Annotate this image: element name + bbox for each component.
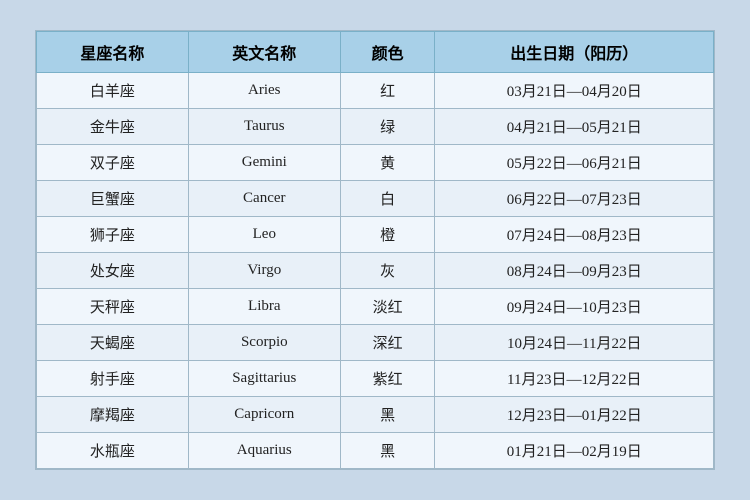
cell-english-name: Aquarius (188, 433, 340, 469)
table-row: 摩羯座Capricorn黑12月23日—01月22日 (37, 397, 714, 433)
cell-color: 深红 (340, 325, 435, 361)
cell-dates: 08月24日—09月23日 (435, 253, 714, 289)
table-body: 白羊座Aries红03月21日—04月20日金牛座Taurus绿04月21日—0… (37, 73, 714, 469)
cell-dates: 10月24日—11月22日 (435, 325, 714, 361)
cell-english-name: Cancer (188, 181, 340, 217)
cell-chinese-name: 白羊座 (37, 73, 189, 109)
table-row: 狮子座Leo橙07月24日—08月23日 (37, 217, 714, 253)
cell-english-name: Taurus (188, 109, 340, 145)
cell-english-name: Libra (188, 289, 340, 325)
cell-color: 紫红 (340, 361, 435, 397)
cell-dates: 04月21日—05月21日 (435, 109, 714, 145)
cell-dates: 07月24日—08月23日 (435, 217, 714, 253)
cell-dates: 05月22日—06月21日 (435, 145, 714, 181)
header-chinese-name: 星座名称 (37, 32, 189, 73)
cell-chinese-name: 双子座 (37, 145, 189, 181)
table-row: 天蝎座Scorpio深红10月24日—11月22日 (37, 325, 714, 361)
cell-chinese-name: 处女座 (37, 253, 189, 289)
cell-english-name: Leo (188, 217, 340, 253)
cell-chinese-name: 摩羯座 (37, 397, 189, 433)
zodiac-table: 星座名称 英文名称 颜色 出生日期（阳历） 白羊座Aries红03月21日—04… (36, 31, 714, 469)
cell-chinese-name: 天蝎座 (37, 325, 189, 361)
cell-chinese-name: 金牛座 (37, 109, 189, 145)
table-row: 天秤座Libra淡红09月24日—10月23日 (37, 289, 714, 325)
table-row: 金牛座Taurus绿04月21日—05月21日 (37, 109, 714, 145)
cell-color: 黑 (340, 397, 435, 433)
header-dates: 出生日期（阳历） (435, 32, 714, 73)
cell-english-name: Gemini (188, 145, 340, 181)
cell-dates: 01月21日—02月19日 (435, 433, 714, 469)
table-header-row: 星座名称 英文名称 颜色 出生日期（阳历） (37, 32, 714, 73)
table-row: 水瓶座Aquarius黑01月21日—02月19日 (37, 433, 714, 469)
cell-color: 黑 (340, 433, 435, 469)
cell-chinese-name: 天秤座 (37, 289, 189, 325)
table-row: 双子座Gemini黄05月22日—06月21日 (37, 145, 714, 181)
cell-english-name: Capricorn (188, 397, 340, 433)
cell-color: 红 (340, 73, 435, 109)
cell-dates: 11月23日—12月22日 (435, 361, 714, 397)
cell-english-name: Sagittarius (188, 361, 340, 397)
cell-dates: 12月23日—01月22日 (435, 397, 714, 433)
cell-color: 淡红 (340, 289, 435, 325)
cell-chinese-name: 巨蟹座 (37, 181, 189, 217)
table-row: 巨蟹座Cancer白06月22日—07月23日 (37, 181, 714, 217)
cell-dates: 09月24日—10月23日 (435, 289, 714, 325)
cell-dates: 06月22日—07月23日 (435, 181, 714, 217)
cell-chinese-name: 水瓶座 (37, 433, 189, 469)
header-color: 颜色 (340, 32, 435, 73)
cell-color: 绿 (340, 109, 435, 145)
cell-color: 橙 (340, 217, 435, 253)
cell-chinese-name: 射手座 (37, 361, 189, 397)
cell-english-name: Aries (188, 73, 340, 109)
cell-dates: 03月21日—04月20日 (435, 73, 714, 109)
table-row: 处女座Virgo灰08月24日—09月23日 (37, 253, 714, 289)
cell-color: 白 (340, 181, 435, 217)
cell-color: 黄 (340, 145, 435, 181)
cell-english-name: Virgo (188, 253, 340, 289)
header-english-name: 英文名称 (188, 32, 340, 73)
zodiac-table-container: 星座名称 英文名称 颜色 出生日期（阳历） 白羊座Aries红03月21日—04… (35, 30, 715, 470)
cell-english-name: Scorpio (188, 325, 340, 361)
table-row: 白羊座Aries红03月21日—04月20日 (37, 73, 714, 109)
cell-color: 灰 (340, 253, 435, 289)
table-row: 射手座Sagittarius紫红11月23日—12月22日 (37, 361, 714, 397)
cell-chinese-name: 狮子座 (37, 217, 189, 253)
